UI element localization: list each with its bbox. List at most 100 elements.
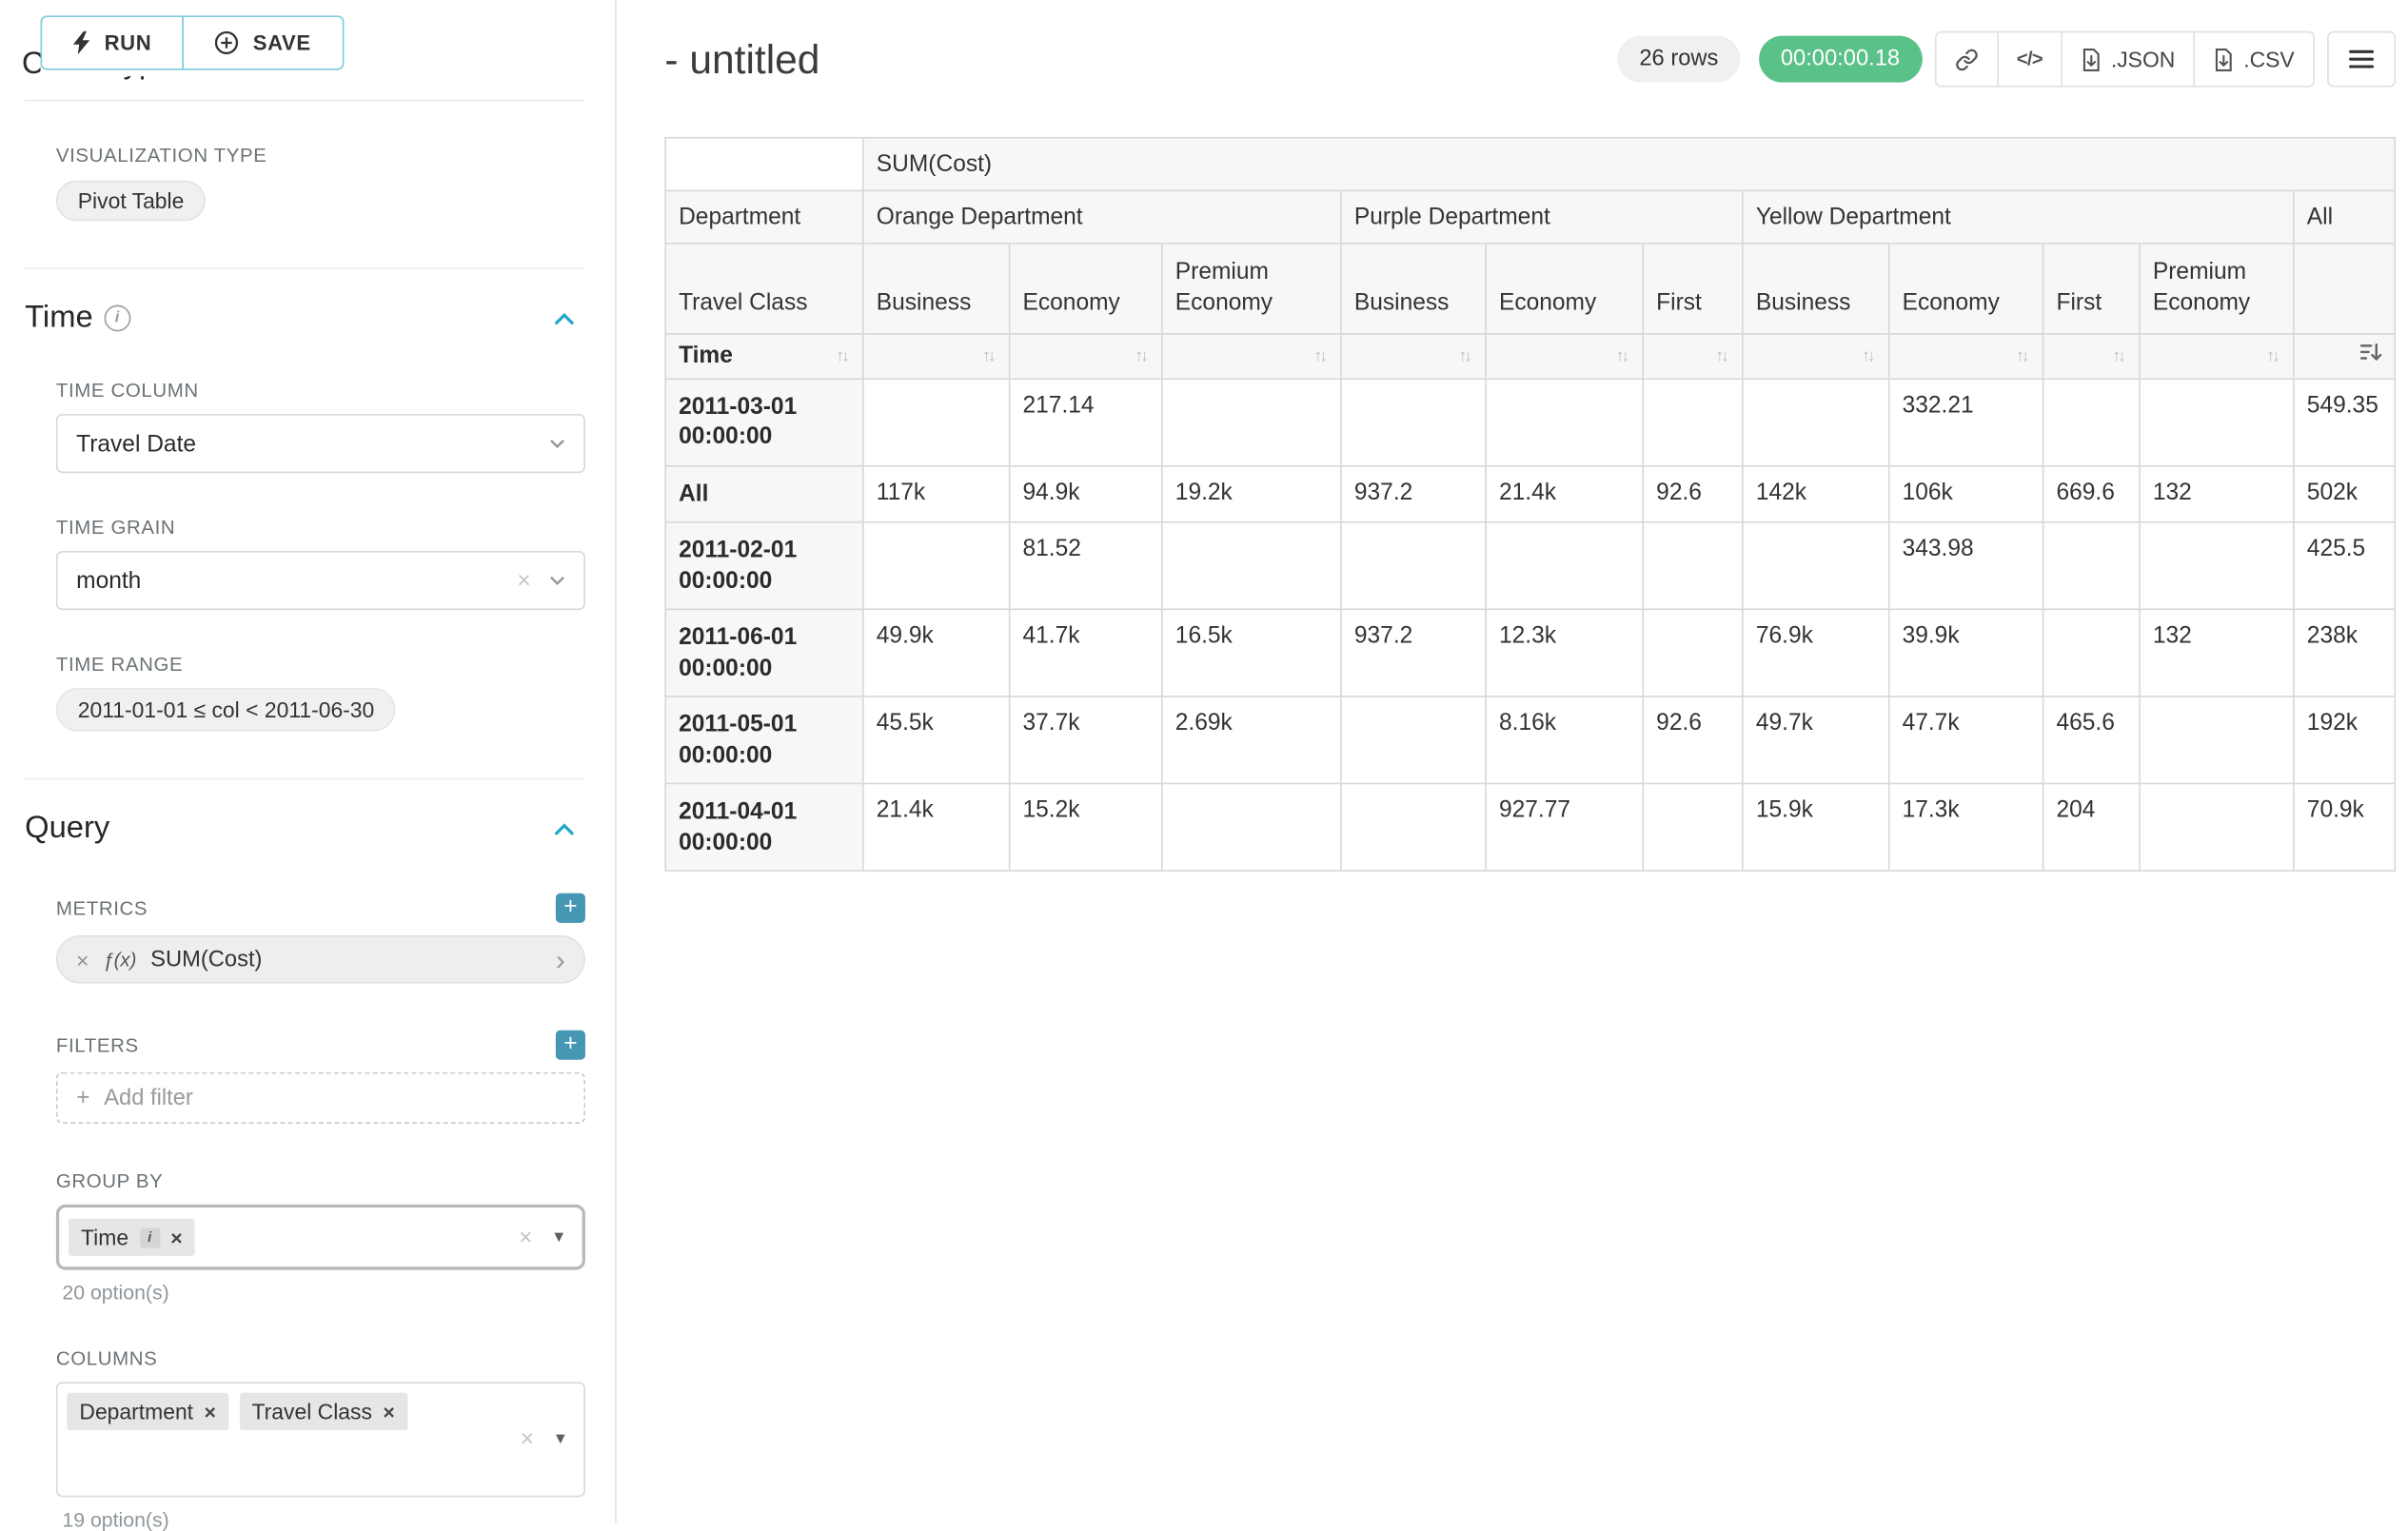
chevron-right-icon[interactable]: › bbox=[556, 946, 565, 973]
chevron-up-icon[interactable] bbox=[554, 312, 574, 324]
embed-code-button[interactable]: </> bbox=[1997, 31, 2063, 88]
column-group-header: Yellow Department bbox=[1743, 190, 2294, 244]
time-range-pill[interactable]: 2011-01-01 ≤ col < 2011-06-30 bbox=[56, 688, 396, 732]
chart-title[interactable]: - untitled bbox=[664, 35, 1617, 84]
sortable-column-cell[interactable] bbox=[2294, 333, 2395, 378]
sort-icon[interactable]: ↑↓ bbox=[836, 346, 850, 365]
export-button-group: </> .JSON .CSV bbox=[1934, 31, 2315, 88]
value-cell: 465.6 bbox=[2043, 697, 2140, 784]
export-csv-label: .CSV bbox=[2243, 47, 2294, 71]
save-button[interactable]: SAVE bbox=[183, 15, 344, 69]
sort-icon[interactable]: ↑↓ bbox=[1715, 346, 1729, 365]
pivot-corner-cell bbox=[665, 138, 863, 191]
time-grain-select[interactable]: month × bbox=[56, 551, 585, 610]
export-json-button[interactable]: .JSON bbox=[2062, 31, 2196, 88]
add-filter-placeholder: Add filter bbox=[104, 1086, 193, 1110]
sortable-column-cell[interactable]: ↑↓ bbox=[2043, 333, 2140, 378]
value-cell bbox=[1341, 378, 1486, 465]
sortable-column-cell[interactable]: ↑↓ bbox=[1889, 333, 2043, 378]
clear-icon[interactable]: × bbox=[521, 1426, 534, 1453]
chevron-down-icon bbox=[549, 439, 564, 448]
clear-icon[interactable]: × bbox=[517, 567, 530, 594]
value-cell bbox=[1341, 522, 1486, 610]
value-cell bbox=[863, 522, 1010, 610]
export-json-label: .JSON bbox=[2111, 47, 2175, 71]
remove-icon[interactable]: × bbox=[170, 1226, 182, 1249]
sort-icon[interactable]: ↑↓ bbox=[2266, 346, 2280, 365]
sort-icon[interactable]: ↑↓ bbox=[2112, 346, 2126, 365]
value-cell bbox=[1486, 378, 1643, 465]
time-header-cell[interactable]: Time↑↓ bbox=[665, 333, 863, 378]
filters-label: FILTERS bbox=[56, 1034, 139, 1056]
query-section-header[interactable]: Query bbox=[25, 811, 583, 847]
time-column-select[interactable]: Travel Date bbox=[56, 414, 585, 473]
columns-select[interactable]: Department× Travel Class× × ▼ bbox=[56, 1382, 585, 1497]
sortable-column-cell[interactable]: ↑↓ bbox=[1341, 333, 1486, 378]
sortable-column-cell[interactable]: ↑↓ bbox=[1010, 333, 1162, 378]
add-metric-button[interactable]: + bbox=[556, 893, 585, 923]
selected-value-pill[interactable]: Timei× bbox=[69, 1219, 195, 1256]
divider bbox=[25, 267, 583, 269]
sort-desc-icon[interactable] bbox=[2360, 343, 2382, 363]
value-cell bbox=[1486, 522, 1643, 610]
value-cell bbox=[2043, 522, 2140, 610]
row-header-cell: 2011-05-01 00:00:00 bbox=[665, 697, 863, 784]
value-cell: 132 bbox=[2140, 465, 2294, 522]
sort-icon[interactable]: ↑↓ bbox=[1616, 346, 1630, 365]
travel-class-column-header: Economy bbox=[1486, 244, 1643, 333]
add-filter-dropzone[interactable]: + Add filter bbox=[56, 1072, 585, 1124]
copy-link-button[interactable] bbox=[1934, 31, 1998, 88]
value-cell bbox=[1341, 783, 1486, 871]
value-cell: 16.5k bbox=[1162, 609, 1341, 697]
value-cell: 8.16k bbox=[1486, 697, 1643, 784]
metric-label: SUM(Cost) bbox=[150, 947, 262, 972]
sortable-column-cell[interactable]: ↑↓ bbox=[1162, 333, 1341, 378]
metric-pill[interactable]: × ƒ(x) SUM(Cost) › bbox=[56, 935, 585, 984]
group-by-select[interactable]: Timei× × ▼ bbox=[56, 1205, 585, 1270]
sortable-column-cell[interactable]: ↑↓ bbox=[1643, 333, 1743, 378]
add-filter-button[interactable]: + bbox=[556, 1030, 585, 1060]
app: Chart Type RUN SAVE VISUALIZATION TYPE P… bbox=[0, 0, 2408, 1523]
sortable-column-cell[interactable]: ↑↓ bbox=[1486, 333, 1643, 378]
sort-icon[interactable]: ↑↓ bbox=[1458, 346, 1472, 365]
value-cell: 17.3k bbox=[1889, 783, 2043, 871]
export-csv-button[interactable]: .CSV bbox=[2194, 31, 2315, 88]
caret-down-icon[interactable]: ▼ bbox=[551, 1228, 566, 1246]
viz-type-pill[interactable]: Pivot Table bbox=[56, 181, 206, 222]
value-cell: 39.9k bbox=[1889, 609, 2043, 697]
sortable-column-cell[interactable]: ↑↓ bbox=[1743, 333, 1889, 378]
row-count-badge: 26 rows bbox=[1617, 36, 1740, 83]
time-section-header[interactable]: Time i bbox=[25, 301, 583, 337]
metrics-label: METRICS bbox=[56, 897, 148, 919]
pivot-body: 2011-03-01 00:00:00217.14332.21549.35All… bbox=[665, 378, 2395, 871]
remove-metric-icon[interactable]: × bbox=[76, 947, 89, 972]
pill-label: Time bbox=[81, 1225, 128, 1249]
value-cell bbox=[1341, 697, 1486, 784]
selected-value-pill[interactable]: Department× bbox=[67, 1393, 228, 1430]
remove-icon[interactable]: × bbox=[383, 1400, 394, 1423]
query-section-title: Query bbox=[25, 811, 109, 847]
table-row: 2011-03-01 00:00:00217.14332.21549.35 bbox=[665, 378, 2395, 465]
remove-icon[interactable]: × bbox=[205, 1400, 216, 1423]
travel-class-column-header: Premium Economy bbox=[1162, 244, 1341, 333]
caret-down-icon[interactable]: ▼ bbox=[553, 1431, 568, 1448]
run-button[interactable]: RUN bbox=[41, 15, 185, 69]
chevron-up-icon[interactable] bbox=[554, 822, 574, 834]
value-cell bbox=[1643, 522, 1743, 610]
sortable-column-cell[interactable]: ↑↓ bbox=[863, 333, 1010, 378]
value-cell: 19.2k bbox=[1162, 465, 1341, 522]
value-cell bbox=[1643, 378, 1743, 465]
sort-icon[interactable]: ↑↓ bbox=[1135, 346, 1149, 365]
sort-icon[interactable]: ↑↓ bbox=[1313, 346, 1328, 365]
info-icon: i bbox=[104, 305, 130, 332]
value-cell: 927.77 bbox=[1486, 783, 1643, 871]
more-options-button[interactable] bbox=[2327, 31, 2396, 88]
sort-icon[interactable]: ↑↓ bbox=[1862, 346, 1876, 365]
clear-icon[interactable]: × bbox=[519, 1224, 532, 1250]
travel-class-column-header: First bbox=[1643, 244, 1743, 333]
selected-value-pill[interactable]: Travel Class× bbox=[239, 1393, 406, 1430]
value-cell bbox=[863, 378, 1010, 465]
sort-icon[interactable]: ↑↓ bbox=[982, 346, 997, 365]
sort-icon[interactable]: ↑↓ bbox=[2016, 346, 2030, 365]
sortable-column-cell[interactable]: ↑↓ bbox=[2140, 333, 2294, 378]
